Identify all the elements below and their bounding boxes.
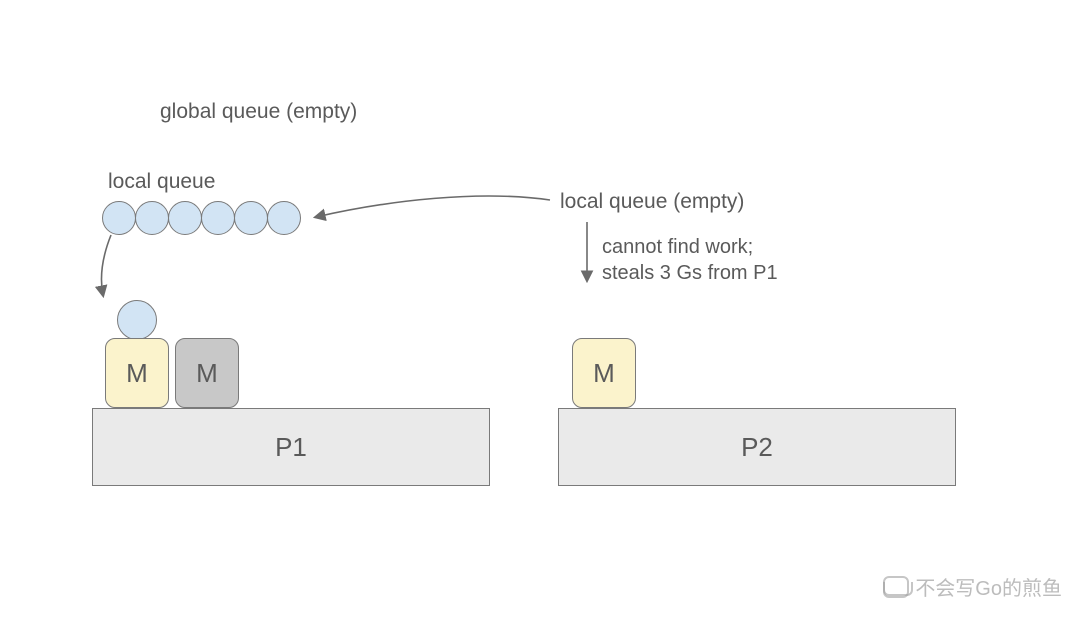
local-queue-left-label: local queue <box>108 170 215 194</box>
goroutine-icon <box>168 201 202 235</box>
goroutine-icon <box>201 201 235 235</box>
arrow-queue-to-g <box>95 235 135 305</box>
p-label: P2 <box>741 432 773 463</box>
local-queue-right-label: local queue (empty) <box>560 190 744 214</box>
p2-box: P2 <box>558 408 956 486</box>
wechat-icon <box>883 576 909 598</box>
m-label: M <box>126 358 148 389</box>
watermark-text: 不会写Go的煎鱼 <box>915 572 1062 601</box>
goroutine-icon <box>267 201 301 235</box>
global-queue-label: global queue (empty) <box>160 100 357 124</box>
m-label: M <box>593 358 615 389</box>
p1-box: P1 <box>92 408 490 486</box>
goroutine-icon <box>102 201 136 235</box>
m-label: M <box>196 358 218 389</box>
arrow-down-right <box>577 222 597 292</box>
steal-note-label: cannot find work; steals 3 Gs from P1 <box>602 234 778 286</box>
p-label: P1 <box>275 432 307 463</box>
goroutine-icon <box>135 201 169 235</box>
running-goroutine-icon <box>117 300 157 340</box>
m-right-box: M <box>572 338 636 408</box>
m-active-box: M <box>105 338 169 408</box>
m-idle-box: M <box>175 338 239 408</box>
watermark: 不会写Go的煎鱼 <box>883 572 1062 601</box>
goroutine-icon <box>234 201 268 235</box>
arrow-steal <box>310 195 560 235</box>
